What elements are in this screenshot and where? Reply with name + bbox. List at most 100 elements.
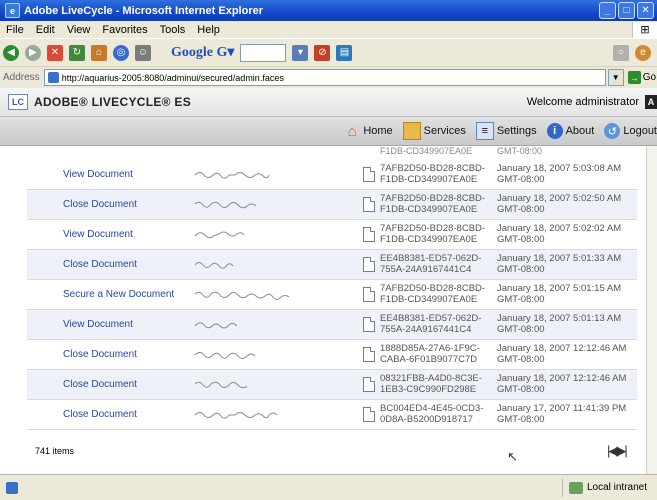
action-link[interactable]: Close Document [63,199,137,210]
menu-favorites[interactable]: Favorites [96,24,153,36]
browser-toolbar: ◀ ▶ ✕ ↻ ⌂ ◎ ☺ Google G▾ ▾ ⊘ ▤ ○ e [0,38,657,66]
globe-icon[interactable]: ◎ [113,44,129,61]
address-input[interactable]: http://aquarius-2005:8080/adminui/secure… [43,69,606,86]
event-date: January 18, 2007 5:02:02 AM GMT-08:00 [497,223,622,245]
google-search-icon[interactable]: ▾ [292,44,309,61]
about-icon: i [546,123,563,139]
menu-view[interactable]: View [61,24,97,36]
page-icon [47,72,59,83]
address-dropdown-icon[interactable]: ▼ [607,69,624,86]
item-count: 741 items [35,446,75,456]
user-signature-image [194,381,248,389]
maximize-button[interactable]: □ [618,2,635,19]
stop-icon[interactable]: ✕ [47,44,63,61]
event-date: January 18, 2007 5:03:08 AM GMT-08:00 [497,163,622,185]
document-icon [363,197,375,212]
menu-help[interactable]: Help [191,24,226,36]
menu-tools[interactable]: Tools [154,24,192,36]
security-zone: Local intranet [563,481,657,494]
action-link[interactable]: View Document [63,319,133,330]
user-signature-image [194,291,290,300]
action-link[interactable]: Close Document [63,409,137,420]
forward-icon[interactable]: ▶ [25,44,41,61]
event-date: January 17, 2007 11:41:39 PM GMT-08:00 [497,403,627,425]
person-icon[interactable]: ☺ [135,44,151,61]
table-row: Close Document 1888D85A-27A6-1F9C-CABA-6… [27,340,637,370]
document-icon [363,227,375,242]
event-date: January 18, 2007 12:12:46 AM GMT-08:00 [497,373,627,395]
event-date: January 18, 2007 5:01:13 AM GMT-08:00 [497,313,622,335]
nav-services[interactable]: Services [402,122,466,140]
google-toolbar-logo[interactable]: Google G▾ [171,44,234,61]
user-signature-image [194,412,278,419]
home-browser-icon[interactable]: ⌂ [91,44,107,61]
nav-home[interactable]: ⌂ Home [344,122,393,140]
document-id: 7AFB2D50-BD28-8CBD-F1DB-CD349907EA0E [380,283,486,305]
address-url: http://aquarius-2005:8080/adminui/secure… [61,72,284,83]
page-status-icon [6,481,18,494]
document-id: 08321FBB-A4D0-8C3E-1EB3-C9C990FD298E [380,373,482,395]
document-icon [363,347,375,362]
action-link[interactable]: Close Document [63,259,137,270]
table-row: Secure a New Document 7AFB2D50-BD28-8CBD… [27,280,637,310]
action-link[interactable]: View Document [63,229,133,240]
partial-docid: F1DB-CD349907EA0E [380,146,473,156]
services-icon [402,122,421,140]
document-icon [363,377,375,392]
action-link[interactable]: Close Document [63,379,137,390]
document-id: 7AFB2D50-BD28-8CBD-F1DB-CD349907EA0E [380,223,486,245]
menu-bar: File Edit View Favorites Tools Help ⊞ [0,21,657,38]
document-icon [363,257,375,272]
product-name: ADOBE® LIVECYCLE® ES [34,95,192,109]
refresh-icon[interactable]: ↻ [69,44,85,61]
action-link[interactable]: Secure a New Document [63,289,174,300]
options-icon[interactable]: ▤ [336,44,353,61]
ie-icon: e [5,3,20,18]
menu-file[interactable]: File [0,24,30,36]
event-date: January 18, 2007 5:01:15 AM GMT-08:00 [497,283,622,305]
lc-logo: LC [8,94,28,110]
table-row: Close Document EE4B8381-ED57-062D-755A-2… [27,250,637,280]
user-signature-image [194,322,238,329]
audit-list: F1DB-CD349907EA0E GMT-08:00 View Documen… [0,146,646,474]
nav-logout[interactable]: ↺ Logout [604,123,657,139]
address-label: Address [3,72,40,83]
nav-about-label: About [565,125,595,137]
user-signature-image [194,231,245,239]
app-header: LC ADOBE® LIVECYCLE® ES Welcome administ… [0,88,657,117]
pager-icon[interactable]: |◀▶| [607,443,628,459]
nav-about[interactable]: i About [546,123,595,139]
address-bar: Address http://aquarius-2005:8080/adminu… [0,66,657,88]
window-title: Adobe LiveCycle - Microsoft Internet Exp… [24,4,263,17]
document-id: EE4B8381-ED57-062D-755A-24A9167441C4 [380,313,482,335]
search-icon[interactable]: ○ [613,44,629,61]
nav-services-label: Services [423,125,466,137]
user-signature-image [194,201,257,209]
table-row: View Document 7AFB2D50-BD28-8CBD-F1DB-CD… [27,220,637,250]
partial-date: GMT-08:00 [497,146,543,156]
intranet-icon [568,481,583,494]
document-id: 1888D85A-27A6-1F9C-CABA-6F01B9077C7D [380,343,480,365]
action-link[interactable]: Close Document [63,349,137,360]
document-id: 7AFB2D50-BD28-8CBD-F1DB-CD349907EA0E [380,193,486,215]
adobe-logo-icon: A [645,95,657,109]
action-link[interactable]: View Document [63,169,133,180]
back-icon[interactable]: ◀ [3,44,19,61]
nav-logout-label: Logout [623,125,657,137]
nav-settings[interactable]: ≡ Settings [475,122,537,140]
home-icon: ⌂ [347,122,357,140]
minimize-button[interactable]: _ [599,2,616,19]
google-search-input[interactable] [240,43,287,62]
menu-edit[interactable]: Edit [30,24,61,36]
table-row: Close Document 7AFB2D50-BD28-8CBD-F1DB-C… [27,190,637,220]
vertical-scrollbar[interactable] [646,146,657,474]
close-button[interactable]: ✕ [637,2,654,19]
nav-settings-label: Settings [496,125,537,137]
ie-logo-icon: e [635,44,651,61]
popup-blocker-icon[interactable]: ⊘ [314,44,331,61]
document-icon [363,167,375,182]
document-id: BC004ED4-4E45-0CD3-0D8A-B5200D918717 [380,403,484,425]
go-button[interactable]: → Go [627,71,656,84]
go-arrow-icon: → [627,71,641,84]
event-date: January 18, 2007 5:02:50 AM GMT-08:00 [497,193,622,215]
